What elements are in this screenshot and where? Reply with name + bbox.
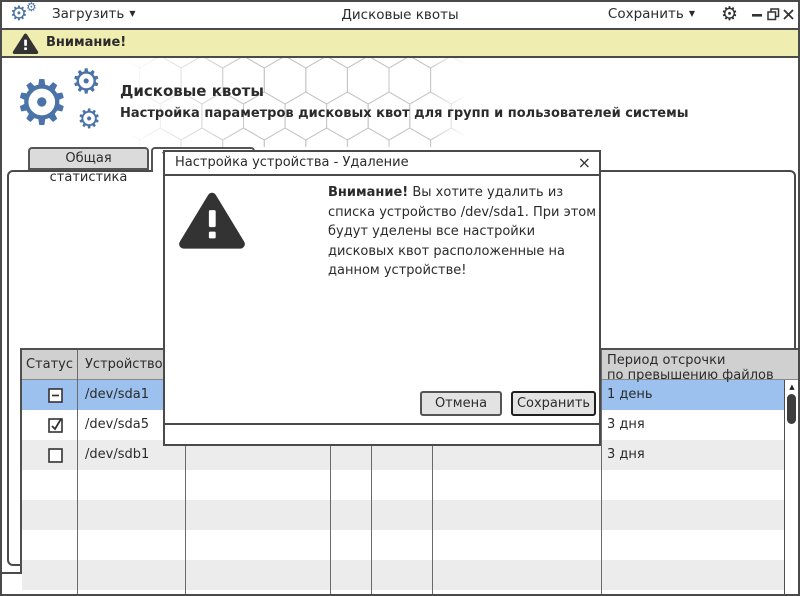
dialog-message-bold: Внимание! [328, 185, 409, 200]
tab-general-statistics[interactable]: Общая статистика [28, 147, 149, 185]
warning-triangle-icon [179, 192, 245, 249]
dialog-footer-divider [165, 423, 599, 425]
gear-icon: ⚙ [77, 104, 102, 135]
column-header-grace[interactable]: Период отсрочки по превышению файлов [607, 353, 774, 383]
scroll-up-icon[interactable]: ▲ [785, 383, 799, 391]
cancel-button-label: Отмена [434, 396, 488, 411]
minimize-button[interactable] [751, 8, 764, 21]
gear-icon: ⚙ [71, 62, 102, 102]
warning-triangle-icon [12, 33, 39, 54]
save-button[interactable]: Сохранить [511, 391, 596, 416]
app-window: ⚙ ⚙ Загрузить ▼ Дисковые квоты Сохранить ▼… [0, 0, 800, 596]
vertical-scrollbar[interactable]: ▲ ▼ [784, 380, 799, 596]
device-cell: /dev/sda5 [85, 417, 149, 432]
dialog-close-icon[interactable]: × [578, 152, 591, 174]
checkbox-unchecked[interactable] [48, 447, 66, 463]
maximize-button[interactable] [767, 8, 780, 21]
checkbox-indeterminate[interactable] [48, 387, 66, 403]
delete-device-dialog: Настройка устройства - Удаление × Вниман… [163, 150, 601, 446]
checkbox-checked[interactable] [48, 417, 66, 433]
save-menu-label: Сохранить [607, 6, 684, 22]
column-header-status[interactable]: Статус [22, 350, 77, 380]
page-header: ⚙ ⚙ ⚙ Дисковые квоты Настройка параметро… [0, 58, 800, 147]
cancel-button[interactable]: Отмена [420, 391, 502, 416]
save-menu-button[interactable]: Сохранить ▼ [608, 6, 695, 22]
page-title: Дисковые квоты [120, 82, 264, 100]
pattern-fade [430, 58, 470, 147]
column-header-device[interactable]: Устройство [85, 350, 163, 380]
save-button-label: Сохранить [516, 396, 591, 411]
dialog-titlebar[interactable]: Настройка устройства - Удаление × [165, 152, 599, 176]
scrollbar-thumb[interactable] [787, 394, 796, 424]
chevron-down-icon: ▼ [688, 9, 695, 18]
grace-cell: 1 день [607, 387, 653, 402]
dialog-message: Внимание! Вы хотите удалить из списка ус… [328, 183, 598, 281]
tab-label: Общая статистика [49, 151, 128, 185]
device-cell: /dev/sda1 [85, 387, 149, 402]
page-subtitle: Настройка параметров дисковых квот для г… [120, 106, 689, 121]
grace-cell: 3 дня [607, 447, 645, 462]
dialog-title: Настройка устройства - Удаление [175, 155, 409, 170]
pattern-fade [106, 58, 246, 147]
close-button[interactable] [782, 8, 795, 21]
settings-gear-icon[interactable]: ⚙ [721, 5, 738, 24]
warning-banner-text: Внимание! [46, 35, 127, 50]
warning-banner: Внимание! [0, 30, 800, 58]
grace-cell: 3 дня [607, 417, 645, 432]
column-header-grace-line1: Период отсрочки [607, 353, 726, 368]
gear-icon: ⚙ [14, 66, 70, 139]
toolbar: ⚙ ⚙ Загрузить ▼ Дисковые квоты Сохранить ▼… [0, 0, 800, 30]
device-cell: /dev/sdb1 [85, 447, 150, 462]
